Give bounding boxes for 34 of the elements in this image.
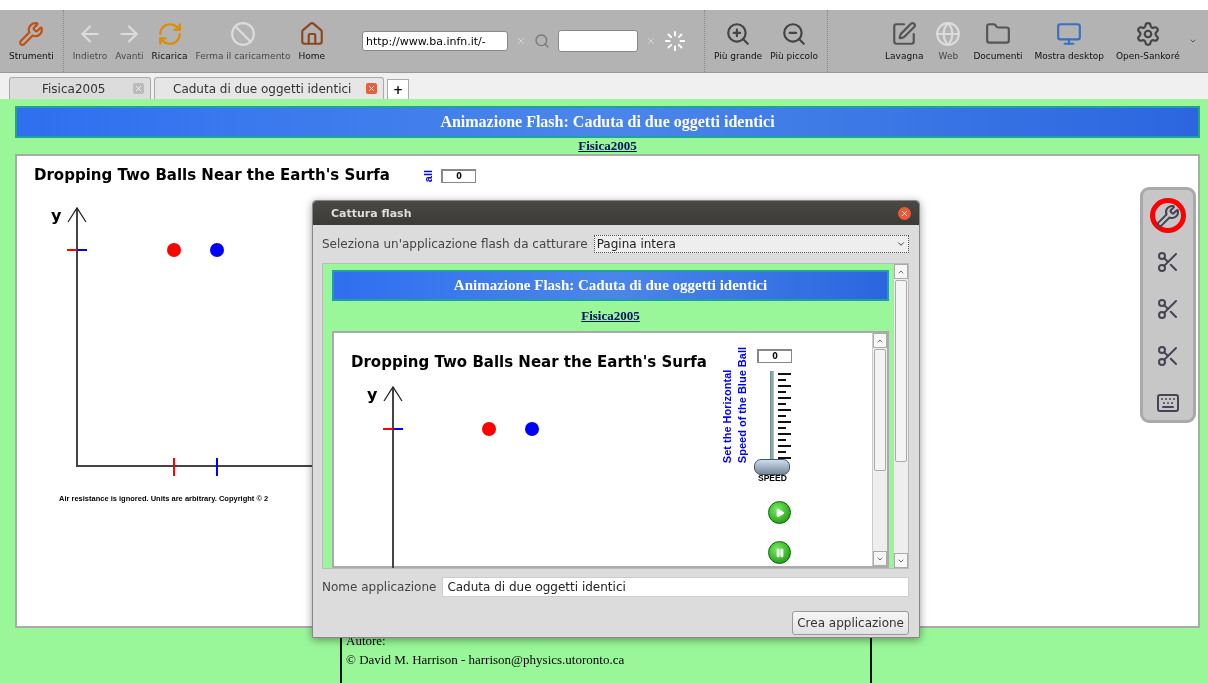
url-field[interactable]: http://www.ba.infn.it/- [362,31,508,51]
author-label: Autore: [346,633,387,649]
tools-button[interactable]: Strumenti [6,17,57,65]
name-field[interactable]: Caduta di due oggetti identici [442,577,909,597]
author-text: © David M. Harrison - harrison@physics.utoronto.ca [346,652,626,668]
axis-label: y [367,385,378,404]
app-button[interactable]: Open-Sankoré [1113,17,1183,65]
zoom-out-button[interactable]: Più piccolo [767,17,822,65]
page-banner: Animazione Flash: Caduta di due oggetti identici [15,106,1200,138]
select-label: Seleziona un'applicazione flash da catturare [322,237,588,251]
desktop-button[interactable]: Mostra desktop [1031,17,1107,65]
application-select[interactable]: Pagina intera [593,235,909,253]
create-button[interactable]: Crea applicazione [792,611,909,635]
new-tab-button[interactable]: + [387,79,409,99]
reload-button[interactable]: Ricarica [148,17,191,65]
page-link[interactable]: Fisica2005 [578,138,637,154]
speed-label: all [421,170,435,183]
browser-tab[interactable]: Caduta di due oggetti identici [154,77,384,99]
animation-title: Dropping Two Balls Near the Earth's Surfa [34,166,390,184]
animation-title: Dropping Two Balls Near the Earth's Surfa [351,353,707,371]
name-label: Nome applicazione [322,580,437,594]
home-button[interactable]: Home [295,17,328,65]
zoom-in-button[interactable]: Più grande [711,17,766,65]
slider-label: SPEED [758,473,787,483]
speed-label: Set the Horizontal Speed of the Blue Ball [720,347,749,464]
documents-button[interactable]: Documenti [970,17,1026,65]
speed-field[interactable]: 0 [757,349,792,363]
page-banner: Animazione Flash: Caduta di due oggetti identici [332,270,889,301]
axis-label: y [51,206,62,225]
page-link[interactable]: Fisica2005 [581,308,640,324]
browser-tab[interactable]: Fisica2005 [9,77,151,99]
speed-field[interactable]: 0 [441,169,476,183]
dialog-title: Cattura flash [331,206,412,220]
board-button[interactable]: Lavagna [882,17,927,65]
